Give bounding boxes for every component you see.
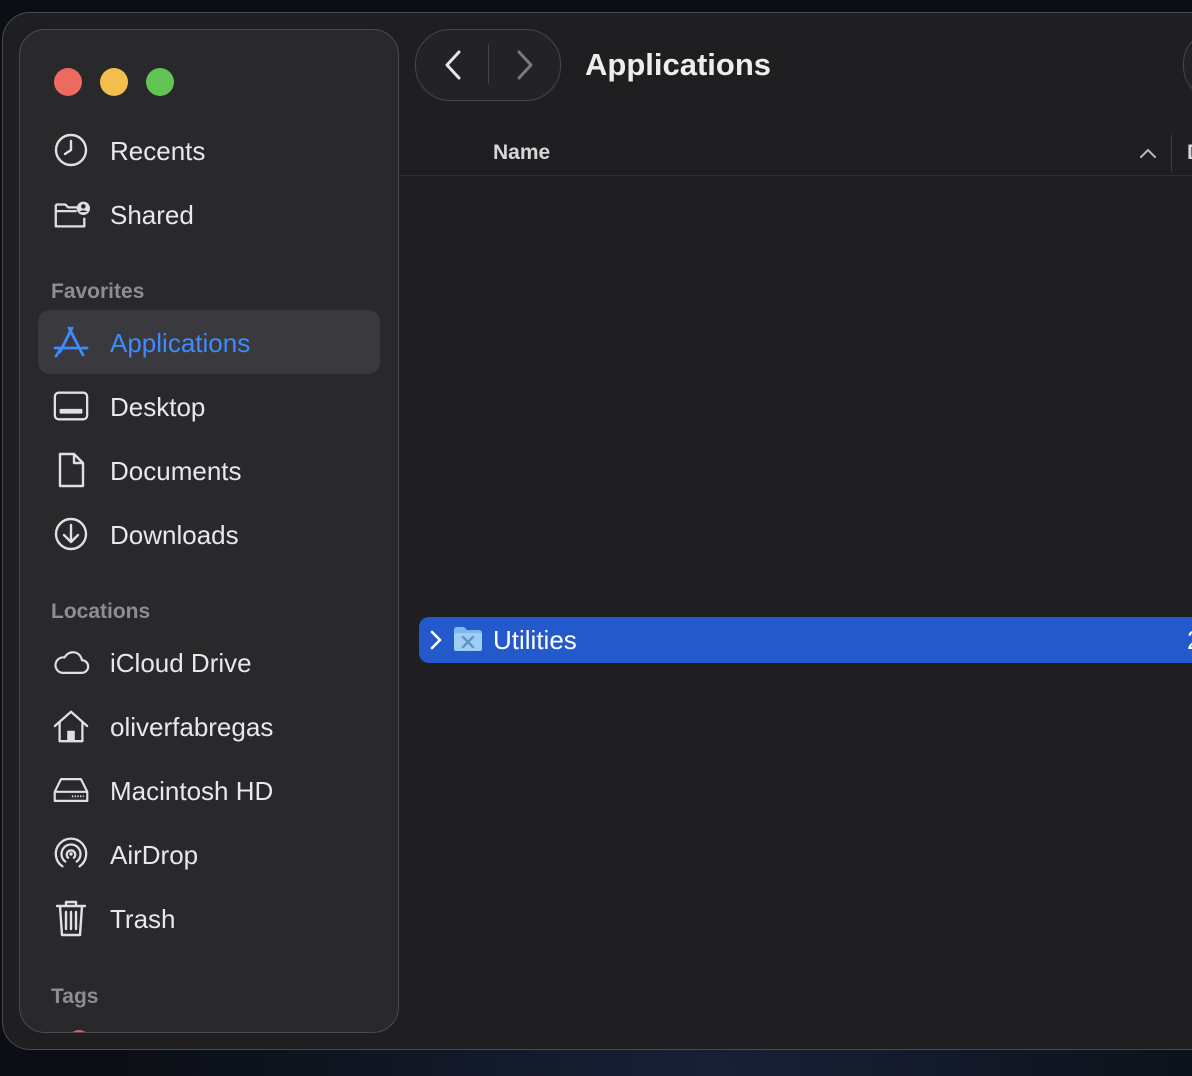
home-icon xyxy=(52,708,90,744)
sidebar-item-icloud-drive[interactable]: iCloud Drive xyxy=(38,630,380,694)
sidebar-item-downloads[interactable]: Downloads xyxy=(38,502,380,566)
shared-folder-icon xyxy=(52,196,90,232)
tags-heading: Tags xyxy=(51,985,99,1008)
cloud-icon xyxy=(52,644,90,680)
airdrop-icon xyxy=(52,836,90,872)
desktop-icon xyxy=(52,388,90,424)
sidebar-item-macintosh-hd[interactable]: Macintosh HD xyxy=(38,758,380,822)
column-divider[interactable] xyxy=(1171,135,1172,171)
sidebar-item-label: Shared xyxy=(110,200,194,230)
trash-icon xyxy=(52,900,90,937)
sidebar-item-label: Downloads xyxy=(110,520,239,550)
sidebar-item-label: iCloud Drive xyxy=(110,648,252,678)
red-tag-icon[interactable] xyxy=(68,1030,90,1032)
finder-window: Recents Shared Favorites Applications De… xyxy=(2,12,1192,1050)
forward-button[interactable] xyxy=(504,45,544,85)
sidebar-item-documents[interactable]: Documents xyxy=(38,438,380,502)
sidebar-item-label: Documents xyxy=(110,456,242,486)
zoom-button[interactable] xyxy=(146,68,174,96)
next-column-header[interactable]: D xyxy=(1187,141,1192,165)
list-column-header: Name D xyxy=(399,121,1192,176)
drive-icon xyxy=(52,772,90,808)
favorites-heading: Favorites xyxy=(51,280,145,303)
sidebar-item-label: Desktop xyxy=(110,392,206,422)
chevron-right-icon xyxy=(517,50,533,80)
sidebar-item-home[interactable]: oliverfabregas xyxy=(38,694,380,758)
folder-icon xyxy=(454,627,482,651)
sidebar-item-recents[interactable]: Recents xyxy=(38,118,380,182)
chevron-right-icon[interactable] xyxy=(429,629,443,651)
row-name: Utilities xyxy=(493,625,577,655)
sidebar-item-label: AirDrop xyxy=(110,840,199,870)
minimize-button[interactable] xyxy=(100,68,128,96)
sidebar: Recents Shared Favorites Applications De… xyxy=(19,29,399,1033)
sidebar-item-applications[interactable]: Applications xyxy=(38,310,380,374)
chevron-left-icon xyxy=(445,50,461,80)
clock-icon xyxy=(52,132,90,168)
applications-icon xyxy=(52,324,90,360)
back-button[interactable] xyxy=(434,45,474,85)
document-icon xyxy=(52,452,90,488)
sidebar-item-desktop[interactable]: Desktop xyxy=(38,374,380,438)
list-row-utilities[interactable]: Utilities 2 xyxy=(419,617,1192,663)
sidebar-item-label: Trash xyxy=(110,904,176,934)
sidebar-item-label: Applications xyxy=(110,328,251,358)
sidebar-item-shared[interactable]: Shared xyxy=(38,182,380,246)
navigation-control xyxy=(415,29,561,101)
sidebar-item-airdrop[interactable]: AirDrop xyxy=(38,822,380,886)
row-date-partial: 2 xyxy=(1187,625,1192,656)
nav-divider xyxy=(488,44,489,84)
locations-heading: Locations xyxy=(51,600,151,623)
sidebar-item-label: Macintosh HD xyxy=(110,776,274,806)
download-icon xyxy=(52,516,90,552)
name-column-header[interactable]: Name xyxy=(493,141,550,165)
window-title: Applications xyxy=(585,47,772,82)
sidebar-item-label: Recents xyxy=(110,136,206,166)
toolbar-view-control[interactable] xyxy=(1183,29,1192,101)
close-button[interactable] xyxy=(54,68,82,96)
sort-ascending-icon xyxy=(1140,149,1156,158)
sidebar-item-label: oliverfabregas xyxy=(110,712,274,742)
sidebar-item-trash[interactable]: Trash xyxy=(38,886,380,950)
